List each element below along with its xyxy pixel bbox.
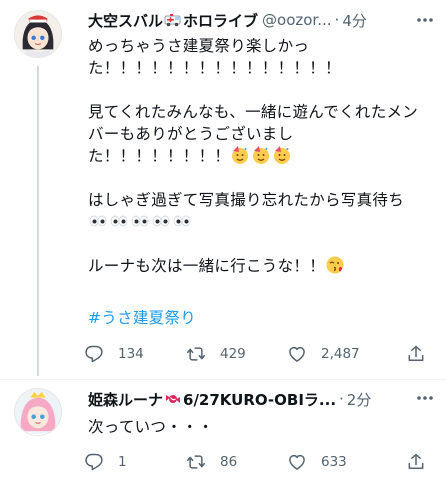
tweet-paragraph: めっちゃうさ建夏祭り楽しかった！！！！！！！！！！！！！！！ [88,37,341,77]
like-count: 633 [321,454,347,470]
share-icon [408,345,424,361]
timestamp[interactable]: 4分 [342,10,367,31]
thread-line [37,66,39,376]
like-button[interactable]: 633 [287,452,347,472]
retweet-button[interactable]: 429 [186,344,246,364]
heart-icon [289,346,305,362]
hashtag-link[interactable]: #うさ建夏祭り [88,306,196,328]
more-options-button[interactable] [414,388,436,408]
author-name-suffix[interactable]: 6/27KURO-OBIラ... [183,389,336,410]
author-name-suffix[interactable]: ホロライブ [183,10,258,31]
tweet-header: 姫森ルーナ 6/27KURO-OBIラ... · 2分 [88,387,436,411]
avatar[interactable] [14,10,62,58]
ambulance-icon [164,12,182,28]
avatar[interactable] [14,388,62,436]
like-button[interactable]: 2,487 [287,344,360,364]
tweet-paragraph: はしゃぎ過ぎて写真撮り忘れたから写真待ち [88,189,428,233]
tweet-paragraph-blank [88,79,428,101]
author-handle[interactable]: @oozor... [262,11,332,29]
reply-count: 134 [118,346,144,362]
separator-dot: · [339,390,344,408]
share-button[interactable] [406,452,426,472]
retweet-button[interactable]: 86 [186,452,237,472]
tweet-actions: 1 86 633 [84,450,429,474]
tweet-text: 次っていつ・・・ [88,418,214,436]
retweet-count: 86 [220,454,238,470]
eyes-emojis [88,211,193,231]
author-name[interactable]: 姫森ルーナ [88,389,163,410]
reply-button[interactable]: 134 [84,344,144,364]
eyes-icon [152,215,170,227]
more-icon [417,18,433,22]
tweet-paragraph-blank [88,233,428,255]
eyes-icon [110,215,128,227]
tweet-paragraph: ルーナも次は一緒に行こうな！！ [88,255,428,277]
kissing-face-emoji [325,255,346,275]
retweet-icon [186,347,206,361]
more-options-button[interactable] [414,10,436,30]
separator-dot: · [334,11,340,29]
eyes-icon [131,215,149,227]
retweet-icon [186,455,206,469]
tweet-paragraph: 見てくれたみんなも、一緒に遊んでくれたメンバーもありがとうございました！！！！！… [88,103,419,165]
partying-face-icon [274,146,291,164]
more-icon [417,396,433,400]
author-name[interactable]: 大空スバル [88,10,163,31]
tweet-paragraph-blank [88,167,428,189]
eyes-icon [173,215,191,227]
partying-face-emojis [230,145,293,165]
candy-icon [164,391,182,407]
partying-face-icon [253,146,270,164]
heart-icon [289,454,305,470]
face-blowing-kiss-icon [326,256,344,274]
reply-button[interactable]: 1 [84,452,127,472]
tweet[interactable]: 大空スバル ホロライブ @oozor... · 4分 めっちゃうさ建夏祭り楽しか… [0,0,446,380]
tweet[interactable]: 姫森ルーナ 6/27KURO-OBIラ... · 2分 次っていつ・・・ 1 8… [0,380,446,480]
share-button[interactable] [406,344,426,364]
reply-icon [85,345,103,363]
share-icon [408,453,424,469]
partying-face-icon [232,146,249,164]
reply-count: 1 [118,454,127,470]
reply-icon [85,453,103,471]
timestamp[interactable]: 2分 [347,389,372,410]
retweet-count: 429 [220,346,246,362]
tweet-header: 大空スバル ホロライブ @oozor... · 4分 [88,8,436,32]
tweet-actions: 134 429 2,487 [84,342,429,366]
eyes-icon [89,215,107,227]
like-count: 2,487 [321,346,360,362]
tweet-text: めっちゃうさ建夏祭り楽しかった！！！！！！！！！！！！！！！ 見てくれたみんなも、… [88,35,428,277]
